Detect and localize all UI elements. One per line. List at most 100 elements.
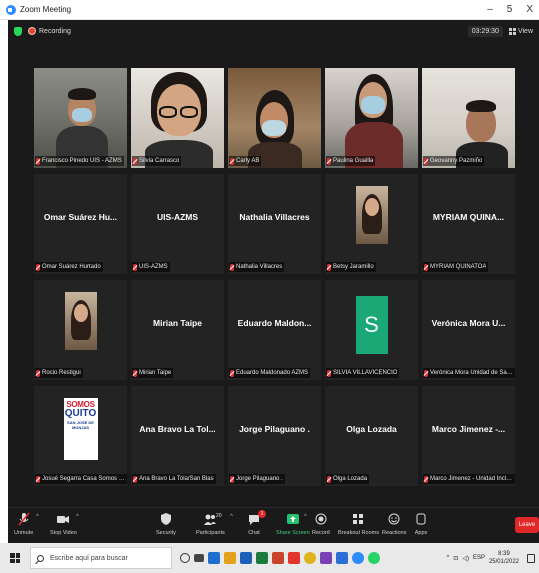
chat-label: Chat <box>248 530 260 536</box>
mic-muted-icon <box>133 475 137 483</box>
participants-count: 20 <box>216 513 222 519</box>
network-icon[interactable]: ⊡ <box>453 555 458 562</box>
participant-tile[interactable]: Omar Suárez Hu... Omar Suárez Hurtado <box>34 174 127 274</box>
participant-name: Jorge Pilaguano . <box>236 476 283 482</box>
word-icon[interactable] <box>240 552 252 564</box>
view-button[interactable]: View <box>508 27 533 35</box>
mic-muted-icon <box>18 512 30 526</box>
clock-time: 8:39 <box>498 551 510 557</box>
record-button[interactable]: Record <box>312 512 330 536</box>
participant-tile[interactable]: Betsy Jaramillo <box>325 174 418 274</box>
participant-tile[interactable]: Olga Lozada Olga Lozada <box>325 386 418 486</box>
participant-tile[interactable]: MYRIAM QUINA... MYRIAM QUINATOA <box>422 174 515 274</box>
edge-icon[interactable] <box>208 552 220 564</box>
taskbar-search[interactable]: Escribe aquí para buscar <box>30 547 172 569</box>
participant-tile[interactable]: Ana Bravo La Tol... Ana Bravo La Tola/San… <box>131 386 224 486</box>
participant-tile[interactable]: Jorge Pilaguano . Jorge Pilaguano . <box>228 386 321 486</box>
participants-label: Participants <box>196 530 225 536</box>
taskbar-clock[interactable]: 8:39 25/01/2022 <box>489 550 519 566</box>
clock-date: 25/01/2022 <box>488 559 519 565</box>
meeting-area: Recording 03:29:30 View Francisco Pinedo… <box>8 20 539 507</box>
participant-name: Eduardo Maldonado AZMS <box>236 370 309 376</box>
participant-tile[interactable]: Rocio Restigui <box>34 280 127 380</box>
participant-tile[interactable]: Geovanny Pazmiño <box>422 68 515 168</box>
cortana-icon[interactable] <box>180 553 190 563</box>
encryption-shield-icon[interactable] <box>14 26 22 36</box>
recording-dot-icon <box>28 27 36 35</box>
participant-tile[interactable]: Eduardo Maldon... Eduardo Maldonado AZMS <box>228 280 321 380</box>
participant-tile[interactable]: Marco Jimenez -... Marco Jimenez - Unidad… <box>422 386 515 486</box>
participant-name-label: Betsy Jaramillo <box>326 262 376 272</box>
keyboard-lang[interactable]: ESP <box>473 555 485 561</box>
participant-name: Verónica Mora Unidad de Salud AZ... <box>430 370 513 376</box>
acrobat-icon[interactable] <box>288 552 300 564</box>
participant-center-name: Jorge Pilaguano . <box>239 424 310 434</box>
outlook-icon[interactable] <box>336 552 348 564</box>
participant-center-name: Eduardo Maldon... <box>237 318 312 328</box>
stop-video-button[interactable]: Stop Video <box>50 512 77 536</box>
leave-button[interactable]: Leave <box>515 517 539 533</box>
teams-icon[interactable] <box>320 552 332 564</box>
task-view-icon[interactable] <box>194 554 204 562</box>
participant-name: Omar Suárez Hurtado <box>42 264 101 270</box>
excel-icon[interactable] <box>256 552 268 564</box>
participant-name-label: Eduardo Maldonado AZMS <box>229 368 311 378</box>
restore-button[interactable]: 5 <box>507 4 513 15</box>
participant-tile[interactable]: Paulina Guailla <box>325 68 418 168</box>
participants-caret[interactable]: ^ <box>230 514 233 520</box>
file-explorer-icon[interactable] <box>224 552 236 564</box>
whatsapp-icon[interactable] <box>368 552 380 564</box>
participant-center-name: Omar Suárez Hu... <box>43 212 118 222</box>
stop-video-label: Stop Video <box>50 530 77 536</box>
breakout-rooms-button[interactable]: Breakout Rooms <box>338 512 379 536</box>
participant-name-label: SILVIA VILLAVICENCIO <box>326 368 400 378</box>
security-label: Security <box>156 530 176 536</box>
participant-tile[interactable]: Carly AB <box>228 68 321 168</box>
participant-profile-photo <box>64 292 97 350</box>
participant-tile[interactable]: Mirian Taipe Mirian Taipe <box>131 280 224 380</box>
participant-name: Paulina Guailla <box>333 158 374 164</box>
participant-tile[interactable]: Nathalia Villacres Nathalia Villacres <box>228 174 321 274</box>
video-options-caret[interactable]: ^ <box>76 514 79 520</box>
chrome-icon[interactable] <box>304 552 316 564</box>
participant-tile[interactable]: SOMOS QUITO SAN JOSÉ DE MONJAS Josué Segarr… <box>34 386 127 486</box>
participant-tile[interactable]: Francisco Pinedo UIS - AZMS <box>34 68 127 168</box>
reactions-button[interactable]: Reactions <box>382 512 406 536</box>
share-options-caret[interactable]: ^ <box>304 514 307 520</box>
audio-options-caret[interactable]: ^ <box>36 514 39 520</box>
video-camera-icon <box>57 516 70 523</box>
grid-view-icon <box>508 27 516 35</box>
breakout-rooms-label: Breakout Rooms <box>338 530 379 536</box>
windows-start-icon[interactable] <box>10 553 20 563</box>
participant-center-name: Marco Jimenez -... <box>431 424 506 434</box>
minimize-button[interactable]: – <box>487 4 493 15</box>
participant-tile[interactable]: Silvia Carrasco <box>131 68 224 168</box>
zoom-taskbar-icon[interactable] <box>352 552 364 564</box>
record-label: Record <box>312 530 330 536</box>
security-button[interactable]: Security <box>156 512 176 536</box>
unmute-button[interactable]: Unmute <box>14 512 33 536</box>
mic-muted-icon <box>36 157 40 165</box>
system-tray: ^ ⊡ ◁) ESP 8:39 25/01/2022 <box>446 550 539 566</box>
recording-label: Recording <box>39 27 71 35</box>
participant-tile[interactable]: S SILVIA VILLAVICENCIO <box>325 280 418 380</box>
participant-name-label: Omar Suárez Hurtado <box>35 262 103 272</box>
notifications-icon[interactable] <box>527 553 535 563</box>
volume-icon[interactable]: ◁) <box>462 555 469 562</box>
tray-chevron-icon[interactable]: ^ <box>446 555 449 561</box>
mic-muted-icon <box>133 369 137 377</box>
meeting-topbar: Recording 03:29:30 View <box>8 20 539 42</box>
participant-name-label: MYRIAM QUINATOA <box>423 262 489 272</box>
powerpoint-icon[interactable] <box>272 552 284 564</box>
mic-muted-icon <box>230 263 234 271</box>
participant-tile[interactable]: Verónica Mora U... Verónica Mora Unidad d… <box>422 280 515 380</box>
participant-tile[interactable]: UIS-AZMS UIS-AZMS <box>131 174 224 274</box>
apps-button[interactable]: Apps <box>414 512 428 536</box>
participant-name: UIS-AZMS <box>139 264 168 270</box>
participant-name: Carly AB <box>236 158 260 164</box>
participant-name: Nathalia Villacres <box>236 264 283 270</box>
close-button[interactable]: X <box>526 4 533 15</box>
participant-name-label: Paulina Guailla <box>326 156 376 166</box>
mic-muted-icon <box>424 369 428 377</box>
unmute-label: Unmute <box>14 530 34 536</box>
